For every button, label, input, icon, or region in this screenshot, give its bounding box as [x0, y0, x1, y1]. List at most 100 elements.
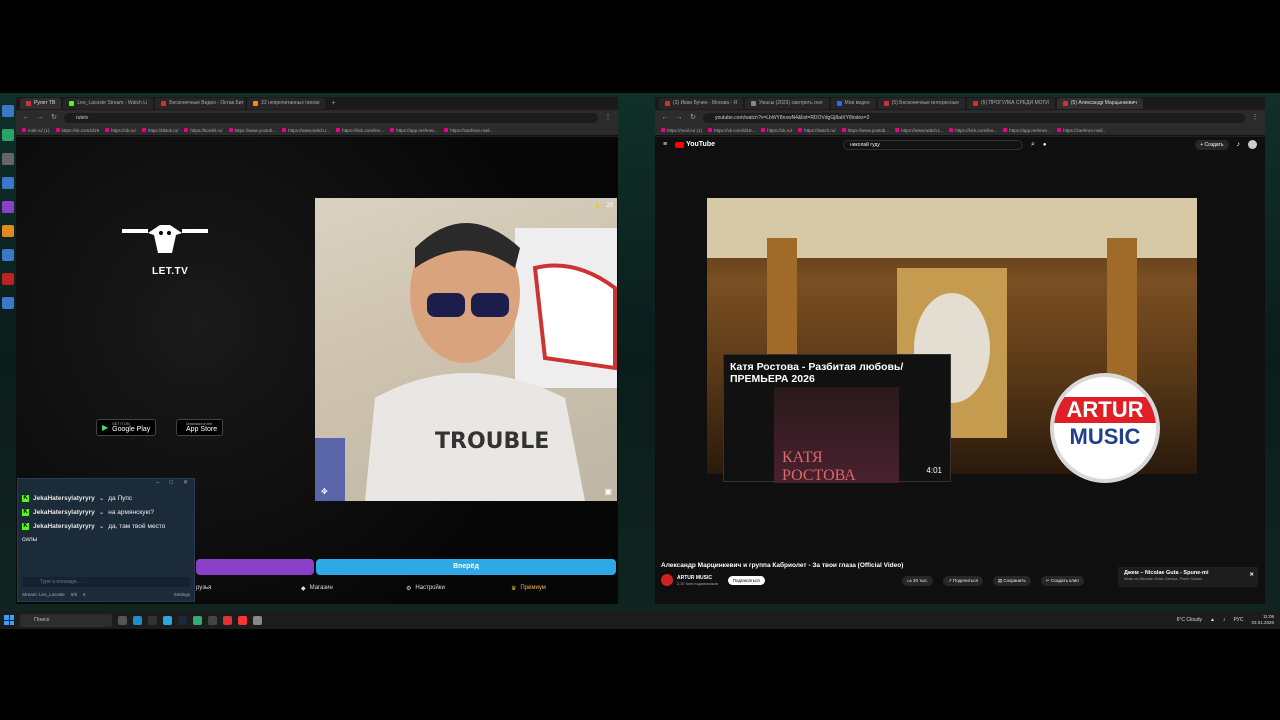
close-icon[interactable]: ✕	[183, 479, 188, 488]
bookmark[interactable]: https://kick.com/leo...	[336, 128, 384, 133]
bookmark[interactable]: https://www.twitch.t...	[895, 128, 943, 133]
windows-start-icon[interactable]	[4, 615, 14, 625]
tab-movies[interactable]: Ужасы (2023) смотреть онл	[745, 98, 829, 109]
obs-icon[interactable]	[208, 615, 217, 625]
mic-icon[interactable]: ●	[1043, 142, 1047, 148]
forward-icon[interactable]: →	[36, 114, 44, 122]
mix-notification[interactable]: Джем – Nicolae Guta - Spune-mi Микс из N…	[1118, 567, 1258, 587]
video-card[interactable]: Катя Ростова - Разбитая любовь/ ПРЕМЬЕРА…	[723, 354, 951, 484]
bookmark[interactable]: https://www.youtub...	[841, 128, 889, 133]
bookmark[interactable]: https://vk.com/id19	[55, 128, 99, 133]
clock[interactable]: 11:08 03.01.2026	[1251, 614, 1274, 626]
back-icon[interactable]: ←	[661, 114, 669, 122]
new-tab-icon[interactable]: +	[331, 100, 335, 107]
chat-input[interactable]: Type a message...	[22, 577, 190, 587]
menu-icon[interactable]: ⋮	[1251, 114, 1259, 122]
bookmark[interactable]: https://tiktok.ru/	[141, 128, 178, 133]
nav-shop[interactable]: ◆ Магазин	[301, 585, 406, 592]
tab-mail[interactable]: 22 непрочитанных писем	[247, 98, 326, 109]
bookmark[interactable]: https://app.reshnex...	[390, 128, 438, 133]
close-icon[interactable]: ✕	[1249, 572, 1254, 578]
channel-name[interactable]: ARTUR MUSIC	[677, 575, 718, 581]
chat-username[interactable]: JekaHatersylatyryry	[33, 509, 95, 516]
channel-avatar[interactable]	[661, 574, 673, 586]
chat-username[interactable]: JekaHatersylatyryry	[33, 523, 95, 530]
tab-my-videos[interactable]: Мои видео	[830, 98, 876, 109]
tab-video[interactable]: Бесконечные Видео - Октав Бит	[155, 98, 246, 109]
menu-icon[interactable]: ⋮	[604, 114, 612, 122]
app-icon[interactable]	[253, 615, 262, 625]
chat-settings[interactable]: Settings	[174, 592, 190, 597]
bookmark[interactable]: https://kick.com/leo...	[949, 128, 997, 133]
bookmark[interactable]: mail.ru/ (1)	[22, 128, 50, 133]
chrome-icon[interactable]	[223, 615, 232, 625]
bookmark[interactable]: https://zaehrun.mail...	[1057, 128, 1106, 133]
bookmark[interactable]: https://www.youtub...	[228, 128, 276, 133]
edge-icon[interactable]	[133, 615, 142, 625]
like-button[interactable]: 👍︎ 20 тыс.	[902, 576, 934, 586]
volume-icon[interactable]: ♪	[1223, 617, 1226, 623]
bookmark[interactable]: https://zaehrun.mail...	[444, 128, 493, 133]
desktop-icon[interactable]	[2, 297, 14, 309]
bookmark[interactable]: https://kordel.ru/	[184, 128, 223, 133]
tab-youtube-1[interactable]: (3) Иван Бучин - Москва - Я	[659, 98, 744, 109]
star-icon[interactable]: ★	[594, 202, 601, 211]
bookmark[interactable]: https://vk.com/id19...	[708, 128, 755, 133]
camera-icon[interactable]: ▣	[604, 487, 612, 496]
app-store-button[interactable]: Download on the App Store	[176, 419, 224, 436]
share-button[interactable]: ↗ Поделиться	[943, 576, 983, 586]
maximize-icon[interactable]: □	[169, 479, 173, 488]
forward-icon[interactable]: →	[675, 114, 683, 122]
desktop-icon[interactable]	[2, 105, 14, 117]
desktop-icon[interactable]	[2, 153, 14, 165]
steam-icon[interactable]	[178, 615, 187, 625]
address-bar[interactable]: ruletv	[64, 112, 598, 123]
back-icon[interactable]: ←	[22, 114, 30, 122]
address-bar[interactable]: youtube.com/watch?v=LbWY8nxwN4&list=RDOV…	[703, 112, 1245, 123]
network-icon[interactable]: ▲	[1210, 617, 1215, 623]
bell-icon[interactable]: ♪	[1237, 141, 1241, 148]
bookmark[interactable]: https://mail.ru/ (1)	[661, 128, 702, 133]
chat-username[interactable]: JekaHatersylatyryry	[33, 495, 95, 502]
terminal-icon[interactable]	[148, 615, 157, 625]
desktop-icon[interactable]	[2, 201, 14, 213]
nav-friends[interactable]: рузья	[196, 585, 301, 591]
desktop-icon[interactable]	[2, 129, 14, 141]
bookmark[interactable]: https://twitch.ru/	[798, 128, 836, 133]
bookmark[interactable]: https://www.twitch.t...	[282, 128, 330, 133]
bookmark[interactable]: https://ok.ru/	[105, 128, 136, 133]
save-button[interactable]: ▤ Сохранить	[992, 576, 1031, 586]
tab-ruletv[interactable]: Рулет ТВ	[20, 98, 62, 109]
bookmark[interactable]: https://ok.ru/	[761, 128, 792, 133]
yandex-icon[interactable]	[238, 615, 247, 625]
tab-youtube-3[interactable]: (5) ПРОГУЛКА СРЕДИ МОГИ	[967, 98, 1055, 109]
taskbar-search[interactable]: Поиск	[20, 613, 112, 627]
tab-youtube-active[interactable]: (5) Александр Марцынкевич	[1056, 98, 1143, 109]
tab-kick[interactable]: Leo_Lacoste Stream - Watch Li	[63, 98, 154, 109]
youtube-logo[interactable]: YouTube	[675, 141, 715, 148]
subscribe-button[interactable]: Подписаться	[727, 575, 765, 585]
reload-icon[interactable]: ↻	[50, 114, 58, 122]
desktop-icon[interactable]	[2, 249, 14, 261]
language-indicator[interactable]: РУС	[1233, 617, 1243, 623]
hamburger-icon[interactable]: ≡	[663, 141, 667, 148]
search-input[interactable]: николай гуду	[843, 139, 1023, 150]
stop-button[interactable]	[196, 559, 314, 575]
clip-button[interactable]: ✂ Создать клип	[1040, 576, 1084, 586]
move-icon[interactable]: ✥	[321, 487, 328, 496]
task-view-icon[interactable]	[118, 615, 127, 625]
next-button[interactable]: Вперёд	[316, 559, 616, 575]
google-play-button[interactable]: ▶ GET IT ON Google Play	[96, 419, 157, 436]
app-icon[interactable]	[193, 615, 202, 625]
reload-icon[interactable]: ↻	[689, 114, 697, 122]
desktop-icon[interactable]	[2, 177, 14, 189]
nav-premium[interactable]: ♛ Премиум	[511, 585, 616, 592]
bookmark[interactable]: https://app.reshnex...	[1003, 128, 1051, 133]
create-button[interactable]: + Создать	[1195, 139, 1229, 150]
weather-label[interactable]: 6°C Cloudy	[1177, 617, 1202, 623]
desktop-icon[interactable]	[2, 225, 14, 237]
tab-youtube-2[interactable]: (5) Бесконечные интересные	[877, 98, 966, 109]
telegram-icon[interactable]	[163, 615, 172, 625]
search-icon[interactable]: ⌕	[1031, 141, 1035, 149]
avatar[interactable]	[1248, 140, 1257, 149]
